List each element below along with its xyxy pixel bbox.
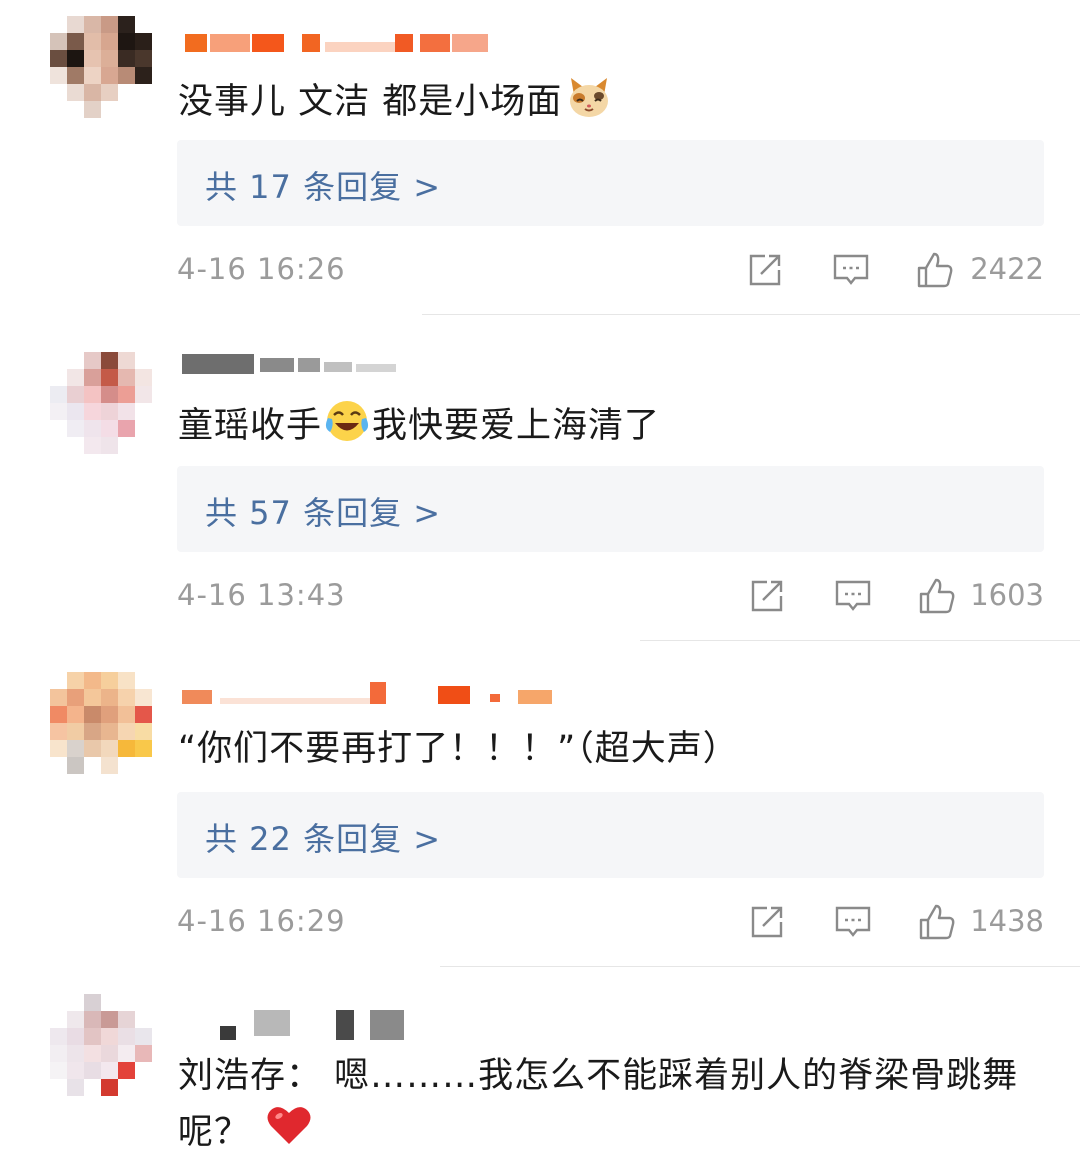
divider — [440, 966, 1080, 967]
avatar[interactable] — [50, 352, 152, 454]
divider — [422, 314, 1080, 315]
view-replies-button[interactable]: 共 22 条回复 > — [177, 792, 1044, 878]
comment-icon[interactable] — [833, 576, 873, 616]
avatar[interactable] — [50, 994, 152, 1096]
like-count: 2422 — [970, 252, 1044, 286]
comment-text-content: “你们不要再打了！！！”（超大声） — [178, 729, 739, 769]
cat-face-emoji-icon — [566, 74, 612, 132]
avatar[interactable] — [50, 672, 152, 774]
comment-text-content: 没事儿 文洁 都是小场面 — [178, 82, 563, 122]
replies-count-label: 共 22 条回复 > — [205, 820, 442, 858]
timestamp: 4-16 16:26 — [177, 252, 346, 286]
username-redacted[interactable] — [180, 680, 552, 704]
timestamp: 4-16 16:29 — [177, 904, 346, 938]
comment-text: 没事儿 文洁 都是小场面 — [178, 74, 612, 132]
divider — [640, 640, 1080, 641]
username-redacted[interactable] — [180, 354, 500, 378]
thumbs-up-icon[interactable] — [917, 576, 957, 616]
replies-count-label: 共 17 条回复 > — [205, 168, 442, 206]
comment-text: “你们不要再打了！！！”（超大声） — [178, 726, 739, 772]
comment-meta-row: 4-16 13:43 1603 — [177, 574, 1044, 618]
timestamp: 4-16 13:43 — [177, 578, 346, 612]
thumbs-up-icon[interactable] — [917, 902, 957, 942]
share-icon[interactable] — [745, 250, 785, 290]
comment-meta-row: 4-16 16:26 2422 — [177, 248, 1044, 292]
username-redacted[interactable] — [180, 34, 500, 58]
laughing-crying-emoji-icon — [324, 398, 370, 456]
comment-text-content: 我快要爱上海清了 — [372, 406, 661, 446]
view-replies-button[interactable]: 共 57 条回复 > — [177, 466, 1044, 552]
thumbs-up-icon[interactable] — [915, 250, 955, 290]
comment-icon[interactable] — [831, 250, 871, 290]
comment-text: 刘浩存： 嗯………我怎么不能踩着别人的脊梁骨跳舞呢？ — [178, 1048, 1038, 1163]
comment-text-content: 童瑶收手 — [178, 406, 323, 446]
comment-icon[interactable] — [833, 902, 873, 942]
username-redacted[interactable] — [180, 1010, 500, 1040]
replies-count-label: 共 57 条回复 > — [205, 494, 442, 532]
like-count: 1438 — [970, 904, 1044, 938]
comment-meta-row: 4-16 16:29 1438 — [177, 900, 1044, 944]
view-replies-button[interactable]: 共 17 条回复 > — [177, 140, 1044, 226]
red-heart-emoji-icon — [266, 1104, 312, 1163]
share-icon[interactable] — [747, 902, 787, 942]
avatar[interactable] — [50, 16, 152, 118]
like-count: 1603 — [970, 578, 1044, 612]
comment-text: 童瑶收手 我快要爱上海清了 — [178, 398, 660, 456]
share-icon[interactable] — [747, 576, 787, 616]
